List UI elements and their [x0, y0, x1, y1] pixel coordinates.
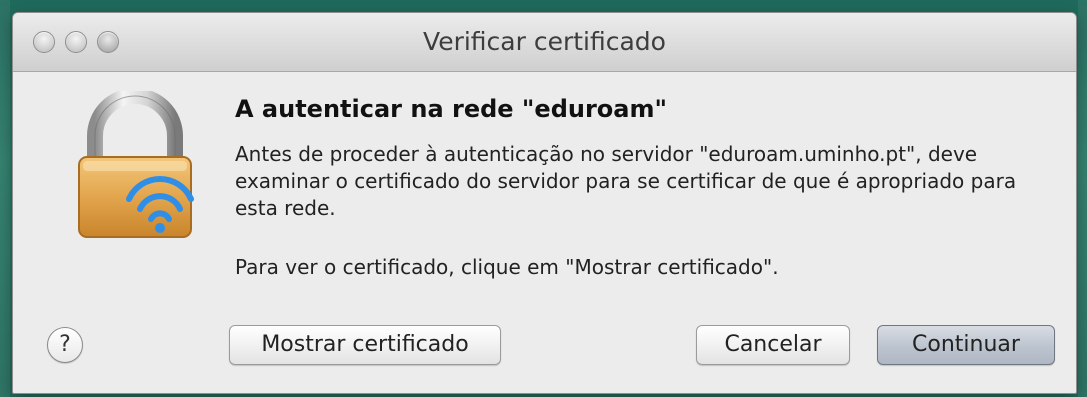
title-bar: Verificar certificado [13, 13, 1076, 72]
dialog-description: Antes de proceder à autenticação no serv… [235, 142, 1017, 220]
dialog-heading: A autenticar na rede "eduroam" [235, 95, 667, 123]
wifi-lock-icon [78, 91, 194, 238]
verify-certificate-dialog: Verificar certificado A autenticar na re… [12, 12, 1077, 394]
show-certificate-button[interactable]: Mostrar certificado [229, 325, 501, 365]
dialog-hint: Para ver o certificado, clique em "Mostr… [235, 255, 779, 279]
continue-button[interactable]: Continuar [877, 325, 1055, 365]
cancel-button[interactable]: Cancelar [696, 325, 850, 365]
help-button[interactable]: ? [47, 327, 83, 363]
window-title: Verificar certificado [423, 27, 666, 56]
